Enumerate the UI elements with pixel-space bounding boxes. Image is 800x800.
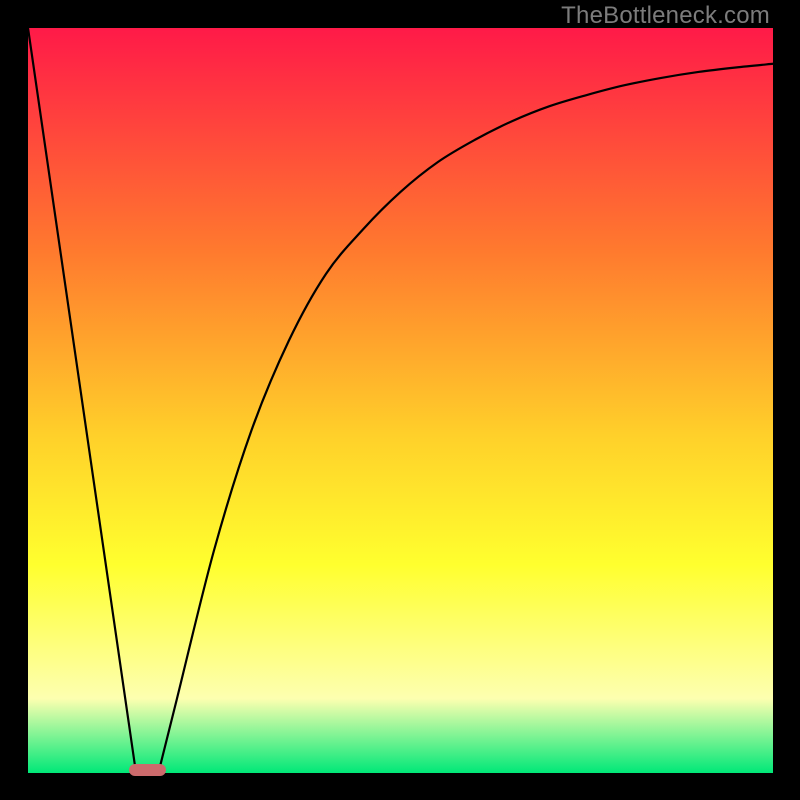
bottleneck-curve bbox=[28, 28, 773, 773]
plot-area bbox=[28, 28, 773, 776]
curve-left bbox=[28, 28, 136, 773]
minimum-marker bbox=[129, 764, 166, 776]
watermark-text: TheBottleneck.com bbox=[561, 2, 770, 30]
curve-right bbox=[158, 64, 773, 773]
chart-frame: TheBottleneck.com bbox=[0, 0, 800, 800]
